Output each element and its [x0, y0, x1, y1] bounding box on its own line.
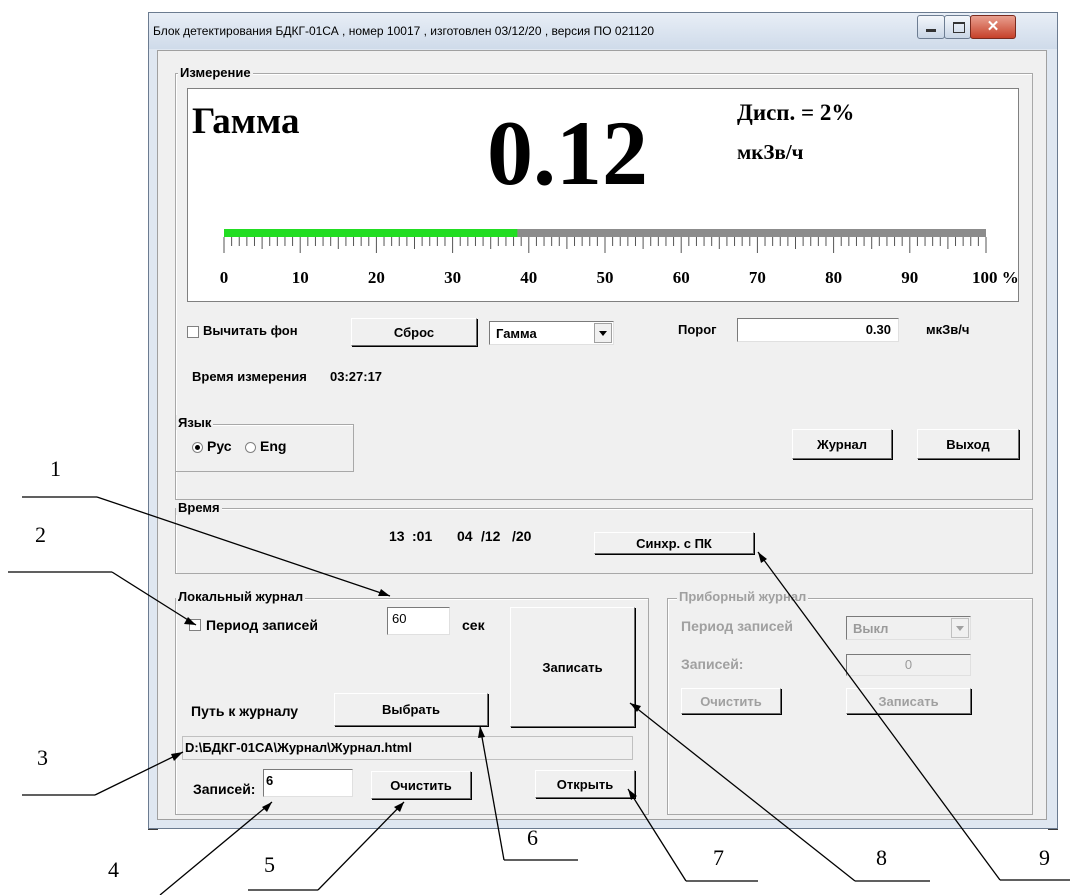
callout-number-6: 6 — [527, 825, 538, 850]
callout-number-8: 8 — [876, 845, 887, 870]
callout-line-5 — [317, 801, 405, 891]
callout-line-4 — [159, 801, 273, 895]
callout-arrowhead-3 — [171, 752, 183, 761]
callout-number-4: 4 — [108, 857, 119, 882]
callout-number-7: 7 — [713, 845, 724, 870]
callout-line-6 — [479, 725, 505, 861]
callout-lines — [8, 496, 1070, 895]
callout-line-9 — [757, 551, 1001, 881]
callout-number-2: 2 — [35, 522, 46, 547]
callout-line-3 — [94, 751, 184, 796]
callout-arrowhead-4 — [262, 802, 272, 812]
callout-line-1 — [96, 496, 391, 597]
callout-number-1: 1 — [50, 456, 61, 481]
callout-line-7 — [627, 788, 687, 882]
callout-arrowhead-7 — [628, 789, 637, 800]
callout-number-9: 9 — [1039, 845, 1050, 870]
callout-arrowhead-6 — [478, 726, 485, 738]
callout-arrowhead-1 — [378, 589, 390, 596]
callout-number-3: 3 — [37, 745, 48, 770]
callout-line-8 — [629, 702, 856, 882]
callout-line-2 — [111, 571, 197, 626]
callout-number-5: 5 — [264, 852, 275, 877]
